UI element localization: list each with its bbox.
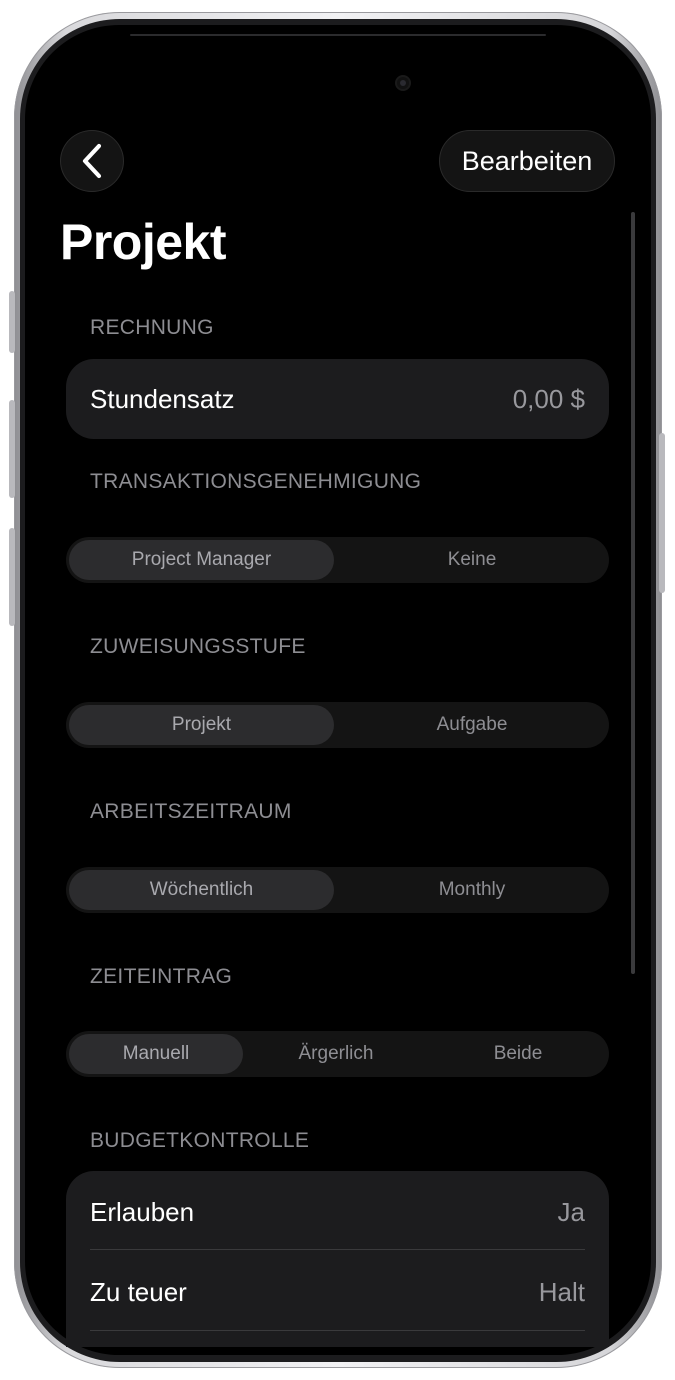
segment-task[interactable]: Aufgabe [338, 705, 606, 745]
segment-project-manager[interactable]: Project Manager [69, 540, 334, 580]
section-label-assignment: ZUWEISUNGSSTUFE [90, 635, 306, 658]
segment-annoying[interactable]: Ärgerlich [247, 1034, 425, 1074]
section-label-budget: BUDGETKONTROLLE [90, 1129, 310, 1152]
screen-corner-mask [0, 1180, 675, 1380]
volume-up-button [9, 400, 15, 498]
billing-card: Stundensatz 0,00 $ [66, 359, 609, 439]
page-title: Projekt [60, 214, 227, 270]
segment-weekly[interactable]: Wöchentlich [69, 870, 334, 910]
assignment-segmented-control: Projekt Aufgabe [66, 702, 609, 748]
hourly-rate-row[interactable]: Stundensatz 0,00 $ [66, 359, 609, 439]
section-label-time-entry: ZEITEINTRAG [90, 965, 233, 988]
action-button [9, 291, 15, 353]
segment-both[interactable]: Beide [429, 1034, 607, 1074]
section-label-period: ARBEITSZEITRAUM [90, 800, 292, 823]
hourly-rate-value: 0,00 $ [512, 384, 585, 414]
time-entry-segmented-control: Manuell Ärgerlich Beide [66, 1031, 609, 1077]
period-segmented-control: Wöchentlich Monthly [66, 867, 609, 913]
approval-segmented-control: Project Manager Keine [66, 537, 609, 583]
segment-none[interactable]: Keine [338, 540, 606, 580]
segment-manual[interactable]: Manuell [69, 1034, 243, 1074]
volume-down-button [9, 528, 15, 626]
front-camera [397, 77, 409, 89]
power-button [659, 433, 665, 593]
back-button[interactable] [60, 130, 124, 192]
segment-project[interactable]: Projekt [69, 705, 334, 745]
scrollbar[interactable] [631, 212, 635, 974]
screen-top-edge [130, 34, 546, 36]
section-label-approval: TRANSAKTIONSGENEHMIGUNG [90, 470, 422, 493]
edit-button[interactable]: Bearbeiten [439, 130, 615, 192]
hourly-rate-label: Stundensatz [90, 384, 235, 414]
chevron-left-icon [82, 143, 102, 179]
section-label-billing: RECHNUNG [90, 316, 214, 339]
segment-monthly[interactable]: Monthly [338, 870, 606, 910]
